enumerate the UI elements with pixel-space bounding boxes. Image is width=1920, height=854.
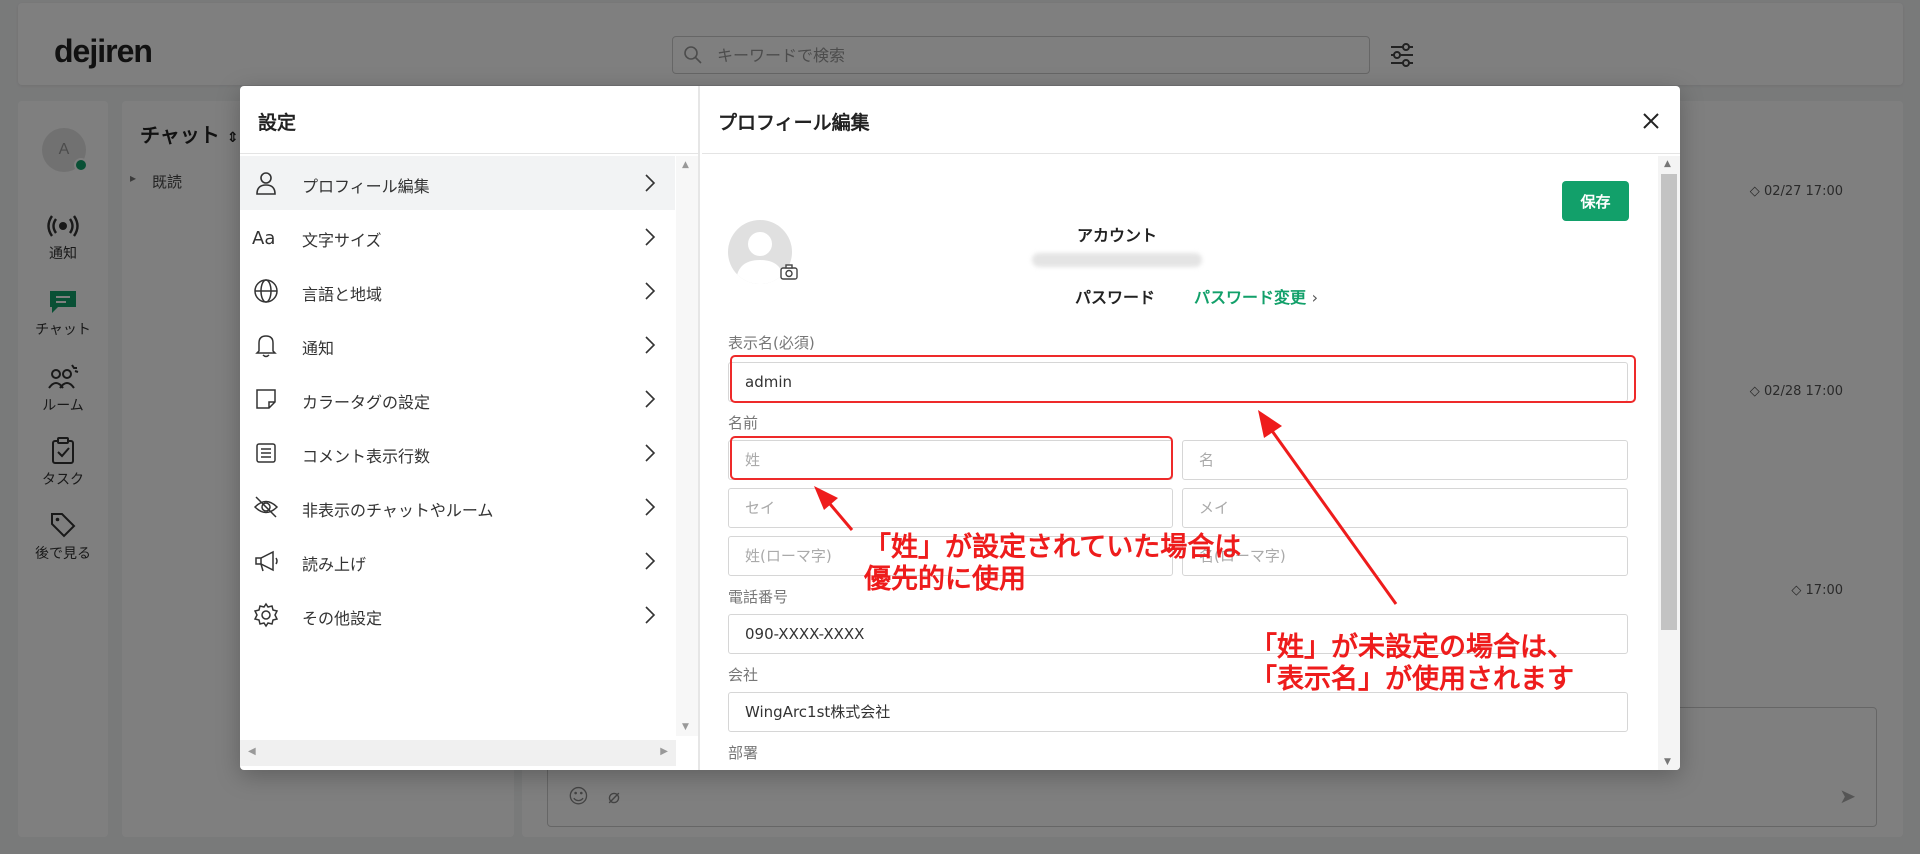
close-icon[interactable]: [1642, 112, 1660, 130]
menu-item-label: カラータグの設定: [302, 393, 431, 412]
chevron-right-icon: [645, 606, 656, 624]
menu-item-label: コメント表示行数: [302, 447, 431, 466]
phone-label: 電話番号: [728, 588, 789, 606]
menu-item-label: 言語と地域: [302, 285, 383, 304]
chevron-right-icon: [645, 444, 656, 462]
eye-off-icon: [253, 496, 279, 518]
menu-vertical-scrollbar[interactable]: ▲ ▼: [676, 156, 698, 736]
profile-edit-title: プロフィール編集: [718, 112, 870, 134]
menu-item-notifications[interactable]: 通知: [240, 318, 675, 372]
display-name-label: 表示名(必須): [728, 334, 815, 352]
highlight-last-name: [730, 436, 1173, 480]
company-label: 会社: [728, 666, 759, 684]
account-email-blurred: [1032, 253, 1202, 267]
first-name-input[interactable]: 名: [1182, 440, 1628, 480]
chevron-right-icon: [645, 174, 656, 192]
chevron-right-icon: [645, 390, 656, 408]
chevron-right-icon: [645, 228, 656, 246]
gear-icon: [253, 602, 279, 628]
chevron-right-icon: [645, 498, 656, 516]
chevron-right-icon: ›: [1311, 288, 1318, 307]
company-input[interactable]: WingArc1st株式会社: [728, 692, 1628, 732]
menu-item-hidden-chats-rooms[interactable]: 非表示のチャットやルーム: [240, 480, 675, 534]
camera-icon[interactable]: [780, 264, 798, 280]
last-name-kana-input[interactable]: セイ: [728, 488, 1173, 528]
menu-item-font-size[interactable]: Aa 文字サイズ: [240, 210, 675, 264]
chevron-right-icon: [645, 282, 656, 300]
annotation-text: 「姓」が設定されていた場合は: [864, 532, 1242, 563]
svg-text:Aa: Aa: [252, 228, 275, 249]
menu-item-label: 非表示のチャットやルーム: [302, 501, 494, 520]
password-change-link[interactable]: パスワード変更 ›: [1194, 284, 1318, 308]
annotation-note-1: 「姓」が設定されていた場合は 優先的に使用: [864, 532, 1241, 596]
save-button[interactable]: 保存: [1562, 181, 1629, 221]
person-icon: [256, 172, 276, 195]
profile-vertical-scrollbar[interactable]: ▲ ▼: [1658, 156, 1680, 770]
scroll-down-icon[interactable]: ▼: [682, 722, 689, 732]
comment-lines-icon: [256, 443, 276, 463]
annotation-text: 「姓」が未設定の場合は、: [1250, 632, 1574, 663]
account-label: アカウント: [1076, 226, 1157, 245]
menu-item-label: その他設定: [302, 609, 383, 628]
scrollbar-thumb[interactable]: [1661, 174, 1677, 630]
password-change-text: パスワード変更: [1194, 288, 1307, 307]
annotation-text: 「表示名」が使用されます: [1250, 664, 1574, 695]
menu-item-read-aloud[interactable]: 読み上げ: [240, 534, 675, 588]
settings-menu: プロフィール編集 Aa 文字サイズ 言語と地域 通知 カラータグの設定 コメント…: [240, 156, 675, 642]
name-label: 名前: [728, 414, 759, 432]
menu-item-comment-lines[interactable]: コメント表示行数: [240, 426, 675, 480]
menu-item-language-region[interactable]: 言語と地域: [240, 264, 675, 318]
chevron-right-icon: [645, 552, 656, 570]
password-label: パスワード: [1075, 288, 1156, 307]
bell-icon: [255, 335, 277, 358]
first-name-roman-input[interactable]: 名(ローマ字): [1182, 536, 1628, 576]
chevron-right-icon: [645, 336, 656, 354]
settings-title: 設定: [258, 112, 297, 134]
profile-edit-header: プロフィール編集: [702, 86, 1680, 154]
department-label: 部署: [728, 744, 759, 762]
highlight-display-name: [730, 355, 1636, 403]
menu-item-profile-edit[interactable]: プロフィール編集: [240, 156, 675, 210]
megaphone-icon: [255, 550, 278, 572]
scroll-left-icon[interactable]: ◀: [248, 746, 256, 757]
settings-menu-panel: 設定 プロフィール編集 Aa 文字サイズ 言語と地域 通知 カラータグの設定 コ…: [240, 86, 700, 770]
menu-item-label: 文字サイズ: [302, 231, 382, 250]
menu-item-color-tag[interactable]: カラータグの設定: [240, 372, 675, 426]
menu-item-other-settings[interactable]: その他設定: [240, 588, 675, 642]
globe-icon: [254, 279, 278, 303]
scroll-up-icon[interactable]: ▲: [682, 160, 689, 170]
settings-header: 設定: [240, 86, 700, 154]
menu-item-label: プロフィール編集: [302, 177, 430, 196]
annotation-text: 優先的に使用: [864, 564, 1026, 595]
menu-item-label: 通知: [302, 339, 335, 358]
scroll-right-icon[interactable]: ▶: [660, 746, 668, 757]
scroll-up-icon[interactable]: ▲: [1664, 159, 1671, 169]
annotation-note-2: 「姓」が未設定の場合は、 「表示名」が使用されます: [1250, 632, 1574, 696]
color-tag-icon: [256, 389, 276, 409]
font-size-icon: Aa: [252, 228, 275, 249]
scroll-down-icon[interactable]: ▼: [1664, 757, 1671, 767]
menu-horizontal-scrollbar[interactable]: ◀ ▶: [240, 740, 676, 766]
menu-item-label: 読み上げ: [302, 555, 367, 574]
first-name-kana-input[interactable]: メイ: [1182, 488, 1628, 528]
